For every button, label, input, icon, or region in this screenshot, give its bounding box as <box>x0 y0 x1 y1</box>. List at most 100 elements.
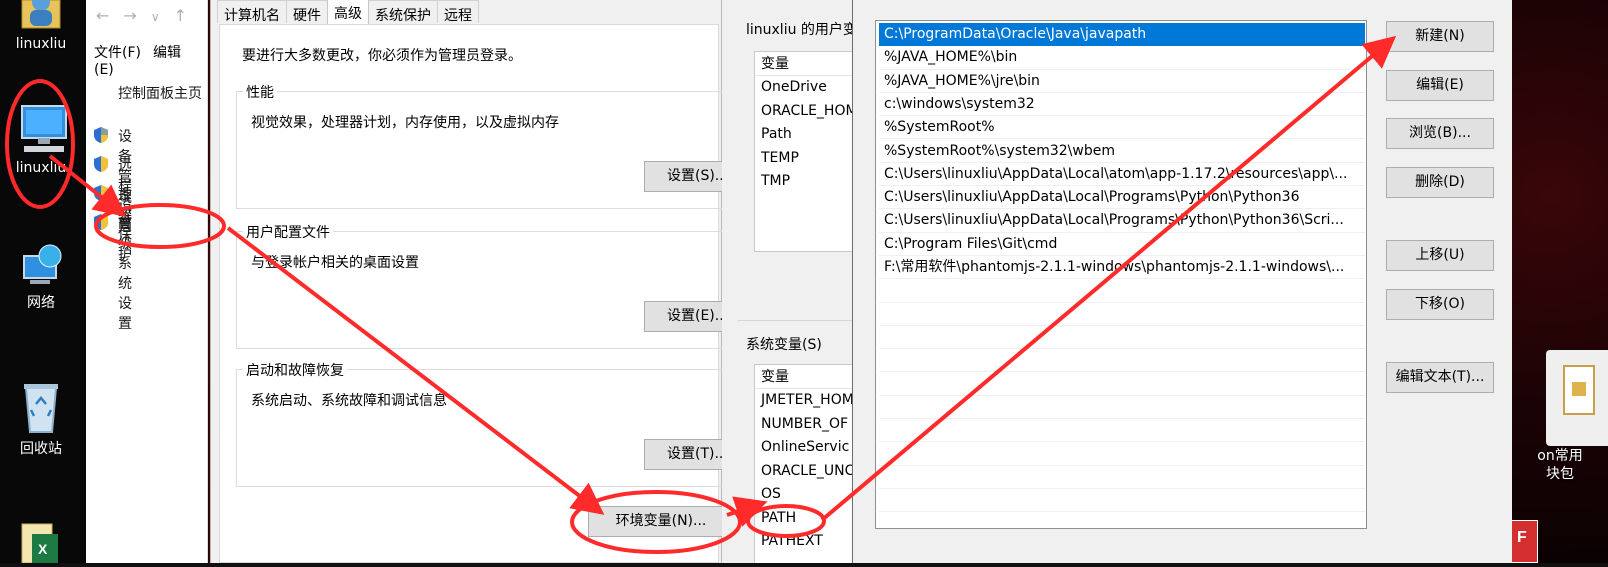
user-folder-icon <box>16 0 66 34</box>
desktop-icon-right-package[interactable] <box>1546 350 1608 446</box>
group-title: 启动和故障恢复 <box>243 360 347 380</box>
network-icon <box>16 242 66 290</box>
path-entry[interactable]: C:\Users\linuxliu\AppData\Local\atom\app… <box>879 163 1365 187</box>
group-description: 系统启动、系统故障和调试信息 <box>251 393 447 409</box>
uac-shield-icon <box>94 214 108 230</box>
control-panel-home-link[interactable]: 控制面板主页 <box>118 83 202 103</box>
empty-row <box>879 442 1365 466</box>
cp-link-label: 高级系统设置 <box>118 216 132 332</box>
desktop-icon-label: 回收站 <box>20 441 62 457</box>
edit-environment-variable-dialog: C:\ProgramData\Oracle\Java\javapath %JAV… <box>852 0 1512 563</box>
column-header-variable[interactable]: 变量 <box>755 52 863 76</box>
tab-hardware[interactable]: 硬件 <box>286 0 328 24</box>
menu-bar: 文件(F) 编辑(E) <box>94 42 207 78</box>
tab-advanced[interactable]: 高级 <box>327 0 369 24</box>
system-var-row[interactable]: PATHEXT <box>755 530 863 554</box>
user-var-row[interactable]: TMP <box>755 170 863 194</box>
uac-shield-icon <box>94 127 108 143</box>
new-button[interactable]: 新建(N) <box>1386 21 1494 52</box>
group-description: 视觉效果，处理器计划，内存使用，以及虚拟内存 <box>251 115 559 131</box>
user-var-row[interactable]: TEMP <box>755 147 863 171</box>
desktop-icon-excel[interactable]: X <box>18 520 62 564</box>
system-var-row[interactable]: JMETER_HOM <box>755 389 863 413</box>
tab-strip: 计算机名 硬件 高级 系统保护 远程 <box>217 0 479 24</box>
desktop-icon-recycle-bin[interactable]: 回收站 <box>4 380 78 458</box>
empty-row <box>879 419 1365 443</box>
empty-row <box>879 326 1365 350</box>
empty-row <box>879 349 1365 373</box>
empty-row <box>879 303 1365 326</box>
uac-shield-icon <box>94 185 108 201</box>
desktop-icon-user-folder[interactable]: linuxliu <box>4 0 78 52</box>
move-up-button[interactable]: 上移(U) <box>1386 240 1494 271</box>
svg-text:X: X <box>38 541 48 557</box>
system-var-row[interactable]: OS <box>755 483 863 507</box>
group-performance: 性能 视觉效果，处理器计划，内存使用，以及虚拟内存 设置(S)... <box>236 82 737 209</box>
empty-row <box>879 279 1365 303</box>
dropdown-icon[interactable]: ∨ <box>151 10 174 24</box>
user-var-row[interactable]: OneDrive <box>755 76 863 100</box>
desktop-icon-label: 网络 <box>27 295 55 311</box>
system-variables-title: 系统变量(S) <box>746 337 822 353</box>
delete-button[interactable]: 删除(D) <box>1386 167 1494 198</box>
user-variables-list[interactable]: 变量 OneDrive ORACLE_HOM Path TEMP TMP <box>754 51 864 252</box>
path-entry[interactable]: %SystemRoot% <box>879 116 1365 140</box>
empty-row <box>879 466 1365 489</box>
environment-variables-button[interactable]: 环境变量(N)... <box>588 506 734 537</box>
desktop-icon-network[interactable]: 网络 <box>4 242 78 312</box>
environment-variables-dialog: linuxliu 的用户变 变量 OneDrive ORACLE_HOM Pat… <box>722 0 864 563</box>
path-entry[interactable]: c:\windows\system32 <box>879 93 1365 117</box>
browse-button[interactable]: 浏览(B)... <box>1386 118 1494 149</box>
red-app-icon: F <box>1517 529 1527 546</box>
path-entry[interactable]: %SystemRoot%\system32\wbem <box>879 140 1365 163</box>
system-var-row[interactable]: OnlineServic <box>755 436 863 460</box>
path-entry[interactable]: C:\Program Files\Git\cmd <box>879 233 1365 256</box>
control-panel-window: ←→∨↑ 文件(F) 编辑(E) 控制面板主页 设备管理器 远程设置 系统保护 高… <box>86 0 208 563</box>
group-startup-recovery: 启动和故障恢复 系统启动、系统故障和调试信息 设置(T)... <box>236 360 737 487</box>
edit-button[interactable]: 编辑(E) <box>1386 70 1494 101</box>
path-entry[interactable]: %JAVA_HOME%\bin <box>879 46 1365 70</box>
path-entry[interactable]: C:\Users\linuxliu\AppData\Local\Programs… <box>879 209 1365 233</box>
path-entry[interactable]: %JAVA_HOME%\jre\bin <box>879 70 1365 93</box>
computer-icon <box>16 102 67 158</box>
group-description: 与登录帐户相关的桌面设置 <box>251 255 419 271</box>
move-down-button[interactable]: 下移(O) <box>1386 289 1494 320</box>
separator <box>738 320 856 321</box>
up-arrow-icon[interactable]: ↑ <box>174 6 201 25</box>
uac-shield-icon <box>94 156 108 172</box>
user-variables-title: linuxliu 的用户变 <box>746 22 857 38</box>
forward-arrow-icon[interactable]: → <box>123 6 150 25</box>
back-arrow-icon[interactable]: ← <box>96 6 123 25</box>
group-title: 用户配置文件 <box>243 222 333 242</box>
system-variables-list[interactable]: 变量 JMETER_HOM NUMBER_OF OnlineServic ORA… <box>754 364 864 563</box>
path-entries-list[interactable]: C:\ProgramData\Oracle\Java\javapath %JAV… <box>875 20 1367 529</box>
nav-arrows: ←→∨↑ <box>96 6 201 25</box>
empty-row <box>879 373 1365 396</box>
edit-text-button[interactable]: 编辑文本(T)... <box>1386 362 1494 393</box>
admin-note: 要进行大多数更改，你必须作为管理员登录。 <box>242 48 522 64</box>
desktop-icon-red-app[interactable]: F <box>1510 520 1538 563</box>
path-entry[interactable]: F:\常用软件\phantomjs-2.1.1-windows\phantomj… <box>879 256 1365 280</box>
user-var-row[interactable]: ORACLE_HOM <box>755 100 863 124</box>
group-title: 性能 <box>243 82 277 102</box>
system-var-row[interactable]: NUMBER_OF <box>755 413 863 437</box>
column-header-variable[interactable]: 变量 <box>755 365 863 389</box>
desktop-icon-label: linuxliu <box>15 36 67 52</box>
user-var-row[interactable]: Path <box>755 123 863 147</box>
system-var-row[interactable]: ORACLE_UNC <box>755 460 863 484</box>
menu-file[interactable]: 文件(F) <box>94 45 141 61</box>
group-user-profiles: 用户配置文件 与登录帐户相关的桌面设置 设置(E)... <box>236 222 737 349</box>
path-entry[interactable]: C:\Users\linuxliu\AppData\Local\Programs… <box>879 186 1365 210</box>
system-properties-dialog: 计算机名 硬件 高级 系统保护 远程 要进行大多数更改，你必须作为管理员登录。 … <box>210 0 737 563</box>
desktop-icon-computer[interactable]: linuxliu <box>4 102 78 176</box>
empty-row <box>879 489 1365 513</box>
system-var-row-path[interactable]: PATH <box>755 507 863 531</box>
path-entry[interactable]: C:\ProgramData\Oracle\Java\javapath <box>879 23 1365 47</box>
tab-computer-name[interactable]: 计算机名 <box>217 0 287 24</box>
tab-system-protection[interactable]: 系统保护 <box>368 0 438 24</box>
recycle-bin-icon <box>16 380 66 436</box>
empty-row <box>879 396 1365 420</box>
tab-remote[interactable]: 远程 <box>437 0 479 24</box>
desktop-icon-label: linuxliu <box>15 160 67 176</box>
advanced-tab-pane: 要进行大多数更改，你必须作为管理员登录。 性能 视觉效果，处理器计划，内存使用，… <box>219 24 737 563</box>
